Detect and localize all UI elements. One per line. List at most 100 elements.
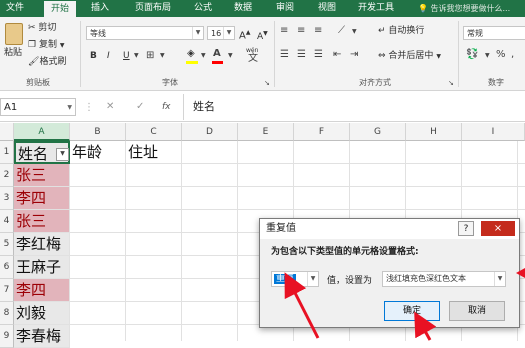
chevron-down-icon[interactable]: ▼	[201, 50, 206, 62]
number-format-value: 常规	[467, 29, 483, 38]
chevron-down-icon[interactable]: ▼	[352, 26, 357, 38]
comma-style-icon[interactable]: ,	[511, 49, 514, 61]
percent-icon[interactable]: %	[496, 49, 506, 61]
tab-review[interactable]: 审阅	[268, 0, 302, 17]
tab-view[interactable]: 视图	[310, 0, 344, 17]
column-header-e[interactable]: E	[238, 123, 294, 141]
row-header-1[interactable]: 1	[0, 141, 14, 164]
align-top-icon[interactable]: ≡	[280, 25, 288, 37]
tab-data[interactable]: 数据	[226, 0, 260, 17]
value-type-select[interactable]: 重复 ▼	[271, 271, 319, 287]
filter-dropdown-icon[interactable]: ▼	[56, 148, 69, 161]
align-bottom-icon[interactable]: ≡	[314, 25, 322, 37]
format-style-value: 浅红填充色深红色文本	[386, 274, 466, 283]
column-header-b[interactable]: B	[70, 123, 126, 141]
column-header-d[interactable]: D	[182, 123, 238, 141]
increase-indent-icon[interactable]: ⇥	[350, 49, 358, 61]
close-button[interactable]: ×	[481, 221, 515, 236]
copy-label: 复制	[38, 40, 57, 50]
tab-insert[interactable]: 插入	[82, 0, 118, 17]
help-button[interactable]: ?	[458, 221, 474, 236]
grow-font-button[interactable]: A▲	[239, 27, 250, 42]
wrap-text-button[interactable]: ↵ 自动换行	[378, 25, 424, 37]
cell-a3[interactable]: 李四	[14, 187, 70, 210]
cell-a7[interactable]: 李四	[14, 279, 70, 302]
select-all-corner[interactable]	[0, 123, 14, 141]
enter-icon[interactable]: ✓	[136, 101, 144, 113]
cell-b1[interactable]: 年龄	[70, 141, 126, 164]
chevron-down-icon: ▼	[307, 272, 318, 286]
font-color-icon[interactable]: A	[213, 48, 221, 60]
column-header-a[interactable]: A	[14, 123, 70, 141]
dialog-launcher-icon[interactable]: ↘	[264, 77, 270, 89]
align-left-icon[interactable]: ☰	[280, 49, 289, 61]
currency-icon[interactable]: 💱	[466, 49, 478, 61]
orientation-icon[interactable]: ⟋	[338, 25, 345, 37]
copy-icon: ❐	[28, 40, 37, 50]
font-size-select[interactable]: 16 ▼	[207, 26, 235, 40]
chevron-down-icon[interactable]: ▼	[228, 50, 233, 62]
bold-button[interactable]: B	[90, 50, 97, 62]
cell-a4[interactable]: 张三	[14, 210, 70, 233]
cancel-icon[interactable]: ✕	[106, 101, 114, 113]
column-header-g[interactable]: G	[350, 123, 406, 141]
merge-center-button[interactable]: ⇔ 合并后居中 ▼	[378, 50, 441, 63]
align-middle-icon[interactable]: ≡	[297, 25, 305, 37]
row-header-3[interactable]: 3	[0, 187, 14, 210]
cell-c1[interactable]: 住址	[126, 141, 182, 164]
column-header-h[interactable]: H	[406, 123, 462, 141]
border-icon[interactable]: ⊞	[146, 50, 154, 62]
cell-a6[interactable]: 王麻子	[14, 256, 70, 279]
group-divider	[274, 21, 275, 87]
wrap-text-icon: ↵	[378, 26, 386, 36]
insert-function-icon[interactable]: fx	[162, 101, 171, 113]
align-center-icon[interactable]: ☰	[297, 49, 306, 61]
number-format-select[interactable]: 常规	[463, 26, 525, 40]
chevron-down-icon: ▼	[67, 104, 72, 111]
chevron-down-icon[interactable]: ▼	[160, 50, 165, 62]
ok-button[interactable]: 确定	[384, 301, 440, 321]
decrease-indent-icon[interactable]: ⇤	[333, 49, 341, 61]
tab-developer[interactable]: 开发工具	[350, 0, 402, 17]
tab-formulas[interactable]: 公式	[186, 0, 220, 17]
copy-button[interactable]: ❐ 复制 ▼	[28, 39, 64, 52]
row-header-2[interactable]: 2	[0, 164, 14, 187]
tab-home[interactable]: 开始	[44, 0, 76, 18]
column-header-c[interactable]: C	[126, 123, 182, 141]
name-box[interactable]: A1 ▼	[0, 98, 76, 116]
cell-a8[interactable]: 刘毅	[14, 302, 70, 325]
row-header-9[interactable]: 9	[0, 325, 14, 348]
tab-page-layout[interactable]: 页面布局	[124, 0, 182, 17]
cell-a5[interactable]: 李红梅	[14, 233, 70, 256]
cut-button[interactable]: ✂ 剪切	[28, 22, 56, 34]
column-header-f[interactable]: F	[294, 123, 350, 141]
chevron-down-icon[interactable]: ▼	[485, 50, 490, 62]
tell-me-box[interactable]: 💡 告诉我您想要做什么...	[418, 0, 510, 17]
tab-file[interactable]: 文件	[0, 0, 30, 17]
formula-input[interactable]: 姓名	[193, 98, 215, 116]
format-painter-button[interactable]: 🖌格式刷	[28, 56, 66, 68]
row-header-7[interactable]: 7	[0, 279, 14, 302]
cancel-button[interactable]: 取消	[449, 301, 505, 321]
align-right-icon[interactable]: ☰	[314, 49, 323, 61]
format-style-select[interactable]: 浅红填充色深红色文本 ▼	[382, 271, 506, 287]
row-header-4[interactable]: 4	[0, 210, 14, 233]
cell-a9[interactable]: 李春梅	[14, 325, 70, 348]
shrink-font-button[interactable]: A▼	[257, 28, 268, 43]
number-group-label: 数字	[488, 78, 504, 87]
font-name-select[interactable]: 等线 ▼	[86, 26, 204, 40]
underline-button[interactable]: U	[123, 50, 130, 62]
row-header-5[interactable]: 5	[0, 233, 14, 256]
paste-label: 粘贴	[4, 48, 23, 58]
fill-color-icon[interactable]: ◈	[187, 48, 195, 60]
cell-a2[interactable]: 张三	[14, 164, 70, 187]
paste-button[interactable]: 粘贴	[2, 21, 24, 67]
italic-button[interactable]: I	[107, 50, 110, 62]
font-group-label: 字体	[162, 78, 178, 87]
column-header-i[interactable]: I	[462, 123, 525, 141]
row-header-6[interactable]: 6	[0, 256, 14, 279]
chevron-down-icon[interactable]: ▼	[134, 50, 139, 62]
row-header-8[interactable]: 8	[0, 302, 14, 325]
dialog-launcher-icon[interactable]: ↘	[448, 77, 454, 89]
group-divider	[80, 21, 81, 87]
